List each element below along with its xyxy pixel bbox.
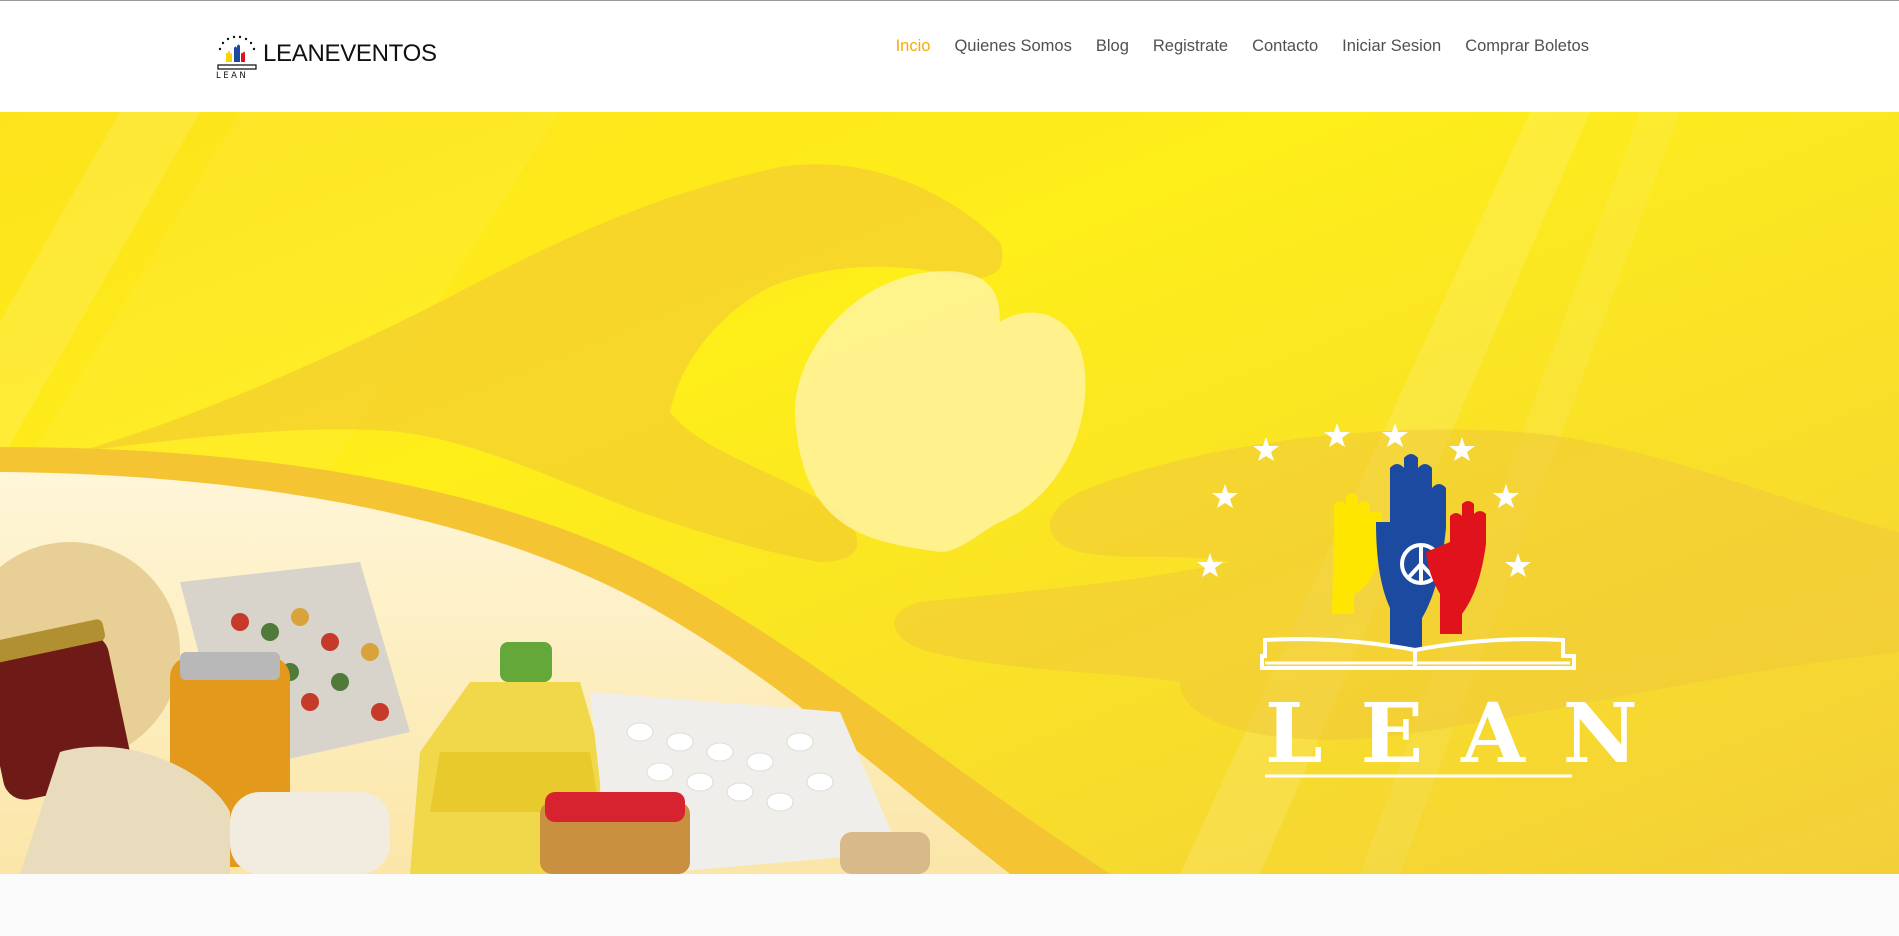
brand-logo-link[interactable]: LEAN LEANEVENTOS [212,32,437,82]
content-section-start [0,874,1899,936]
hero-background-image: LEAN [0,112,1899,874]
nav-item-comprar-boletos[interactable]: Comprar Boletos [1465,37,1589,56]
main-navigation: Incio Quienes Somos Blog Registrate Cont… [896,37,1589,56]
nav-item-iniciar-sesion[interactable]: Iniciar Sesion [1342,37,1441,56]
svg-text:LEAN: LEAN [216,71,248,81]
nav-item-incio[interactable]: Incio [896,37,931,56]
site-header: LEAN LEANEVENTOS Incio Quienes Somos Blo… [0,1,1899,112]
lean-logo-text: LEAN [1265,686,1676,782]
nav-item-quienes-somos[interactable]: Quienes Somos [954,37,1071,56]
nav-item-blog[interactable]: Blog [1096,37,1129,56]
brand-name: LEANEVENTOS [263,40,437,67]
nav-item-contacto[interactable]: Contacto [1252,37,1318,56]
hero-slider: LEAN [0,112,1899,874]
nav-item-registrate[interactable]: Registrate [1153,37,1228,56]
lean-hands-logo-icon: LEAN [216,35,257,81]
